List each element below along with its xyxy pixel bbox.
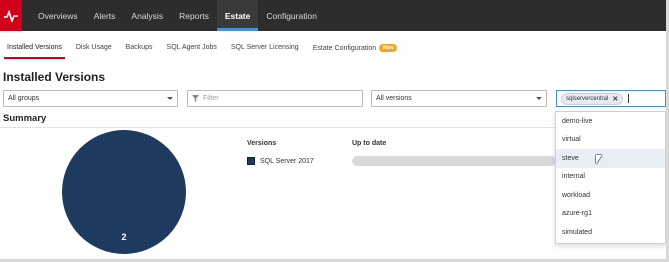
up-to-date-column-header: Up to date [352, 140, 387, 147]
filter-placeholder: Filter [203, 95, 219, 102]
text-cursor [628, 94, 630, 103]
sub-navigation: Installed Versions Disk Usage Backups SQ… [0, 38, 404, 60]
tab-disk-usage[interactable]: Disk Usage [69, 38, 119, 60]
versions-pie-chart: 2 [62, 130, 186, 254]
close-icon[interactable]: ✕ [612, 95, 618, 103]
version-row-label: SQL Server 2017 [260, 158, 314, 165]
tag-option-demo-live[interactable]: demo-live [556, 112, 665, 131]
chevron-down-icon [167, 97, 173, 100]
app-window: Overviews Alerts Analysis Reports Estate… [0, 0, 669, 262]
filter-input[interactable]: Filter [187, 90, 363, 107]
tag-option-simulated[interactable]: simulated [556, 223, 665, 242]
tag-select-input[interactable]: sqlservercentral ✕ [556, 90, 666, 107]
versions-column-header: Versions [247, 140, 277, 147]
up-to-date-progress-bar [352, 156, 556, 166]
selected-tag-chip: sqlservercentral ✕ [561, 92, 624, 105]
selected-tag-label: sqlservercentral [566, 95, 609, 102]
version-select-value: All versions [376, 95, 412, 102]
nav-analysis[interactable]: Analysis [123, 0, 171, 31]
version-select[interactable]: All versions [371, 90, 547, 107]
legend-swatch [247, 157, 255, 165]
tag-option-steve[interactable]: steve [556, 149, 665, 168]
page-title: Installed Versions [3, 70, 106, 84]
divider [0, 127, 556, 128]
tag-option-workload[interactable]: workload [556, 186, 665, 205]
tag-dropdown-menu: demo-live virtual steve internal workloa… [555, 111, 666, 244]
tab-estate-configuration[interactable]: Estate Configuration New [306, 38, 405, 60]
top-navigation: Overviews Alerts Analysis Reports Estate… [0, 0, 666, 31]
nav-estate[interactable]: Estate [216, 0, 259, 31]
heartbeat-logo-icon[interactable] [0, 0, 22, 31]
tab-installed-versions[interactable]: Installed Versions [0, 38, 69, 60]
group-select-value: All groups [8, 95, 40, 102]
tag-option-internal[interactable]: internal [556, 168, 665, 187]
nav-overviews[interactable]: Overviews [30, 0, 86, 31]
new-badge: New [379, 44, 398, 52]
tag-option-azure-rg1[interactable]: azure-rg1 [556, 205, 665, 224]
tab-estate-configuration-label: Estate Configuration [312, 45, 377, 52]
tab-sql-server-licensing[interactable]: SQL Server Licensing [224, 38, 306, 60]
mouse-pointer-icon [596, 155, 602, 164]
nav-alerts[interactable]: Alerts [86, 0, 124, 31]
tab-backups[interactable]: Backups [119, 38, 160, 60]
filter-icon [192, 95, 199, 102]
group-select[interactable]: All groups [3, 90, 178, 107]
chevron-down-icon [536, 97, 542, 100]
nav-reports[interactable]: Reports [171, 0, 217, 31]
pie-value-label: 2 [121, 232, 127, 242]
tab-sql-agent-jobs[interactable]: SQL Agent Jobs [160, 38, 224, 60]
nav-configuration[interactable]: Configuration [258, 0, 325, 31]
summary-heading: Summary [3, 113, 47, 124]
tag-option-virtual[interactable]: virtual [556, 131, 665, 150]
